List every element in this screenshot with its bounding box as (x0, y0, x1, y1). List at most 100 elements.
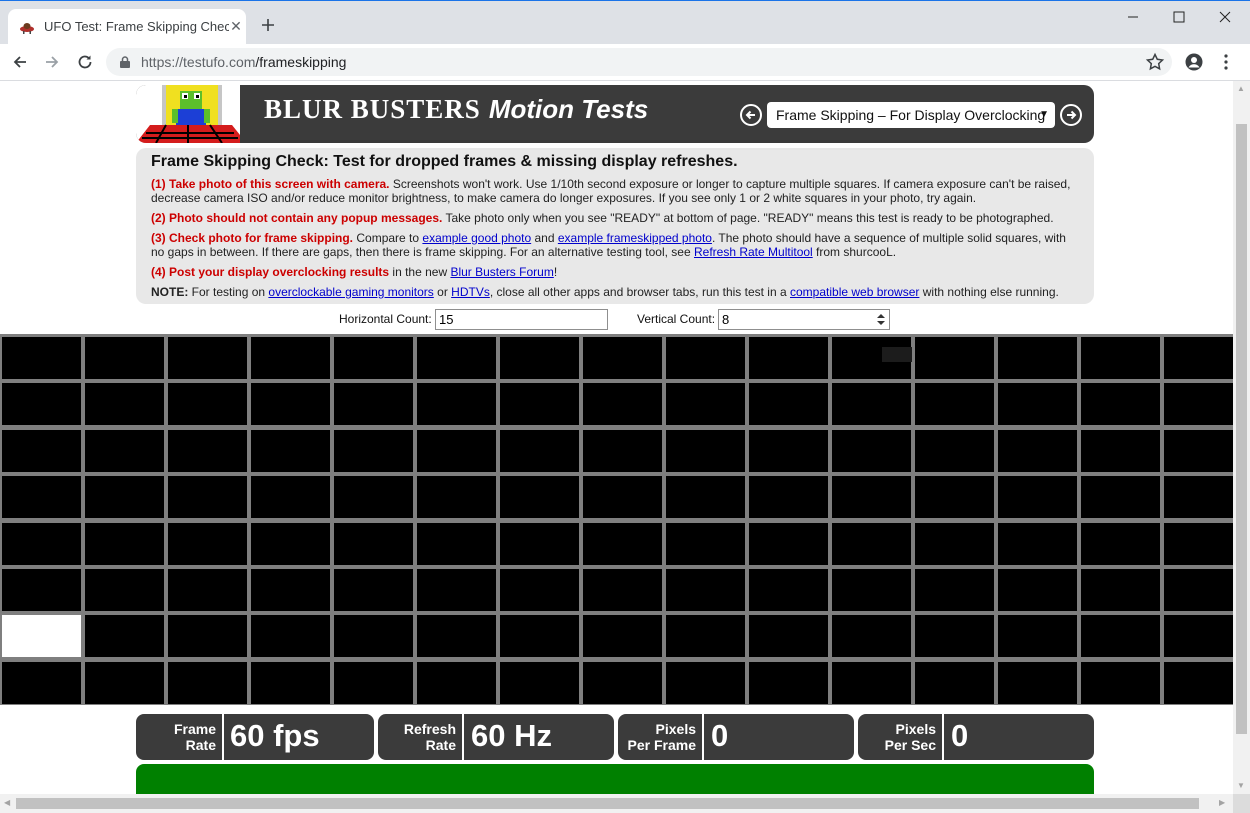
example-good-photo-link[interactable]: example good photo (422, 231, 531, 245)
profile-icon[interactable] (1184, 52, 1204, 72)
vertical-count-label: Vertical Count: (637, 312, 716, 326)
grid-square (1164, 661, 1233, 704)
instructions-title: Frame Skipping Check: Test for dropped f… (151, 153, 738, 170)
grid-square (666, 569, 745, 611)
grid-square (666, 429, 745, 472)
grid-square (1081, 522, 1160, 565)
blur-busters-mascot-logo[interactable] (136, 85, 240, 143)
example-frameskipped-photo-link[interactable]: example frameskipped photo (558, 231, 712, 245)
grid-square (666, 337, 745, 379)
grid-square (583, 615, 662, 658)
overclockable-monitors-link[interactable]: overclockable gaming monitors (268, 285, 433, 299)
grid-square (417, 569, 496, 611)
grid-square (251, 522, 330, 565)
grid-square (500, 569, 579, 611)
pixels-per-sec-value: 0 (951, 718, 969, 753)
address-bar[interactable]: https://testufo.com/frameskipping (106, 48, 1172, 76)
test-selector-dropdown[interactable]: Frame Skipping – For Display Overclockin… (767, 102, 1055, 128)
bookmark-star-icon[interactable] (1145, 52, 1165, 72)
grid-square (749, 569, 828, 611)
forward-icon[interactable] (42, 52, 62, 72)
frame-rate-label-line2: Rate (185, 737, 216, 753)
vertical-scrollbar[interactable]: ▲ ▼ (1233, 81, 1250, 794)
pps-label-line2: Per Sec (884, 737, 936, 753)
previous-test-arrow-icon[interactable] (740, 104, 762, 126)
grid-square (998, 569, 1077, 611)
grid-square (915, 337, 994, 379)
grid-square (998, 661, 1077, 704)
step-3-text-d: from shurcooL. (812, 245, 897, 259)
url-text: https://testufo.com/frameskipping (141, 54, 346, 70)
instruction-step-4: (4) Post your display overclocking resul… (151, 265, 1079, 279)
blur-busters-forum-link[interactable]: Blur Busters Forum (450, 265, 553, 279)
minimize-icon[interactable] (1110, 1, 1156, 33)
step-1-heading: (1) Take photo of this screen with camer… (151, 177, 390, 191)
grid-square (1164, 615, 1233, 658)
grid-square (998, 522, 1077, 565)
grid-square (85, 569, 164, 611)
step-4-heading: (4) Post your display overclocking resul… (151, 265, 390, 279)
vertical-count-value: 8 (722, 312, 730, 327)
lock-icon[interactable] (118, 55, 132, 69)
url-host: https://testufo.com (141, 54, 256, 70)
horizontal-count-input[interactable]: 15 (435, 309, 608, 330)
tab-title: UFO Test: Frame Skipping Check (44, 19, 229, 34)
grid-square (832, 383, 911, 426)
grid-square (500, 522, 579, 565)
new-tab-icon[interactable] (258, 15, 278, 35)
grid-square (500, 476, 579, 519)
scroll-up-arrow-icon[interactable]: ▲ (1237, 84, 1245, 94)
hdtvs-link[interactable]: HDTVs (451, 285, 490, 299)
grid-square (583, 476, 662, 519)
grid-square (749, 522, 828, 565)
scroll-left-arrow-icon[interactable]: ◀ (4, 798, 10, 808)
ppf-label-line1: Pixels (655, 721, 696, 737)
page-viewport: BLUR BUSTERS Motion Tests Frame Skipping … (0, 81, 1233, 794)
step-3-heading: (3) Check photo for frame skipping. (151, 231, 354, 245)
back-icon[interactable] (10, 52, 30, 72)
grid-square (1081, 661, 1160, 704)
grid-square (666, 661, 745, 704)
grid-square (583, 337, 662, 379)
grid-square (998, 429, 1077, 472)
ppf-label-line2: Per Frame (627, 737, 696, 753)
grid-square (1081, 569, 1160, 611)
browser-tab[interactable]: UFO Test: Frame Skipping Check ✕ (8, 9, 246, 45)
compatible-browser-link[interactable]: compatible web browser (790, 285, 919, 299)
tab-close-icon[interactable]: ✕ (228, 18, 244, 34)
reload-icon[interactable] (75, 52, 95, 72)
grid-square (832, 569, 911, 611)
grid-square (500, 429, 579, 472)
tab-strip: UFO Test: Frame Skipping Check ✕ (0, 0, 1250, 45)
grid-square (500, 337, 579, 379)
maximize-icon[interactable] (1156, 1, 1202, 33)
instruction-note: NOTE: For testing on overclockable gamin… (151, 285, 1079, 299)
menu-dots-icon[interactable] (1216, 52, 1236, 72)
vertical-scrollbar-thumb[interactable] (1236, 124, 1247, 734)
ready-status-bar (136, 764, 1094, 794)
grid-square (168, 383, 247, 426)
instruction-step-3: (3) Check photo for frame skipping. Comp… (151, 231, 1079, 259)
url-path: /frameskipping (255, 54, 347, 70)
vertical-count-input[interactable]: 8 (718, 309, 890, 330)
grid-square (1164, 429, 1233, 472)
browser-toolbar: https://testufo.com/frameskipping (0, 44, 1250, 81)
step-3-text-a: Compare to (353, 231, 423, 245)
next-test-arrow-icon[interactable] (1060, 104, 1082, 126)
note-text-d: with nothing else running. (919, 285, 1059, 299)
grid-square (998, 383, 1077, 426)
note-text-a: For testing on (188, 285, 269, 299)
spinner-arrows-icon[interactable] (874, 311, 888, 328)
refresh-rate-multitool-link[interactable]: Refresh Rate Multitool (694, 245, 813, 259)
refresh-rate-panel: Refresh Rate 60 Hz (378, 714, 614, 760)
close-window-icon[interactable] (1202, 1, 1248, 33)
grid-square (2, 569, 81, 611)
scroll-down-arrow-icon[interactable]: ▼ (1237, 781, 1245, 791)
grid-square (1081, 429, 1160, 472)
scroll-right-arrow-icon[interactable]: ▶ (1219, 798, 1225, 808)
grid-square (417, 522, 496, 565)
horizontal-scrollbar[interactable]: ◀ ▶ (0, 794, 1233, 813)
grid-square (1081, 337, 1160, 379)
horizontal-scrollbar-thumb[interactable] (16, 798, 1199, 809)
grid-square (1164, 476, 1233, 519)
